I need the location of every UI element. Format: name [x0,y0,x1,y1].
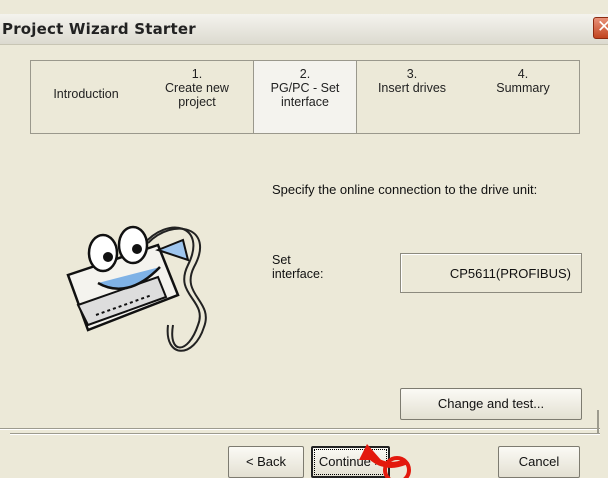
change-and-test-button[interactable]: Change and test... [400,388,582,420]
step-label: Summary [496,81,550,95]
step-label: Create new project [165,81,229,109]
step-number: 4. [517,67,529,81]
separator-edge [597,410,599,434]
step-label: Introduction [53,87,119,101]
back-button[interactable]: < Back [228,446,304,478]
separator-line [0,428,600,430]
step-summary: 4. Summary [467,61,579,133]
set-interface-label: Set interface: [272,253,324,281]
cancel-button[interactable]: Cancel [498,446,580,478]
title-bar: Project Wizard Starter ✕ [0,14,608,45]
annotation-arrow-icon [359,444,411,478]
step-number: 1. [191,67,203,81]
step-number: 2. [299,67,311,81]
instruction-text: Specify the online connection to the dri… [272,182,538,197]
interface-value-field: CP5611(PROFIBUS) [400,253,582,293]
step-label: Insert drives [377,81,447,95]
separator-line [10,433,600,435]
wizard-steps: Introduction 1. Create new project 2. PG… [30,60,580,134]
close-button[interactable]: ✕ [593,17,608,39]
serial-cable-mascot-icon [66,225,207,352]
step-create-project: 1. Create new project [141,61,253,133]
step-number: 3. [406,67,418,81]
step-label: PG/PC - Set interface [270,81,340,109]
step-introduction: Introduction [31,61,141,133]
step-set-interface: 2. PG/PC - Set interface [253,61,357,133]
window-title: Project Wizard Starter [2,20,196,38]
step-insert-drives: 3. Insert drives [357,61,467,133]
close-icon: ✕ [597,17,608,37]
